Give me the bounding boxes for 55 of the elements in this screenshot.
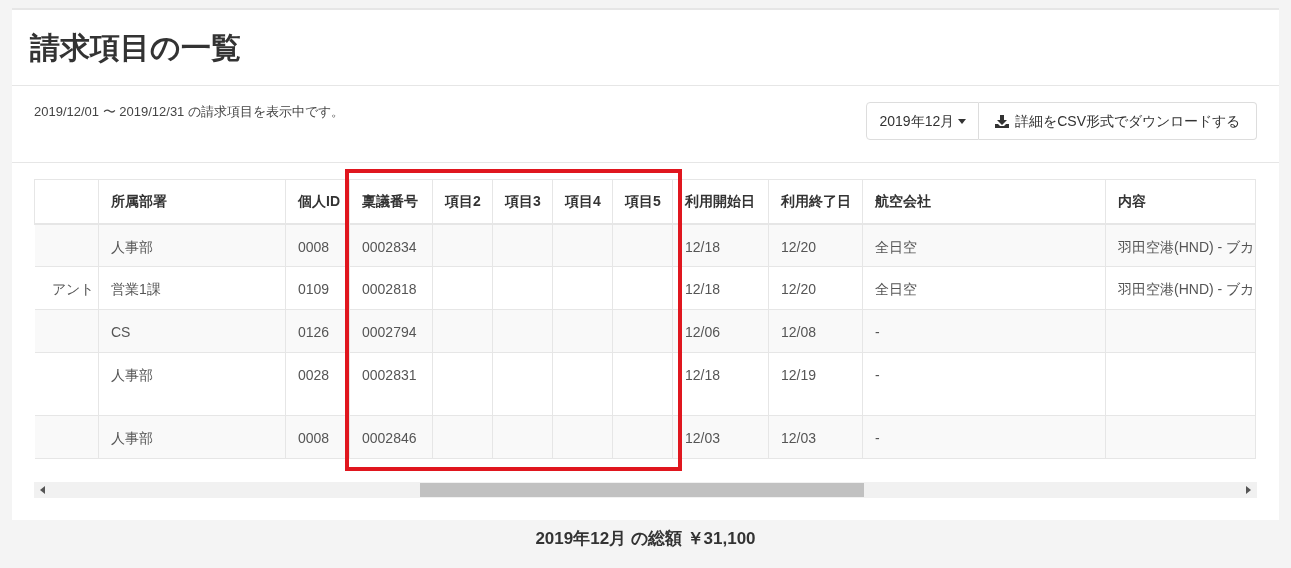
- horizontal-scrollbar[interactable]: [34, 482, 1257, 498]
- table-cell: 全日空: [875, 281, 917, 297]
- column-header: 内容: [1118, 192, 1146, 209]
- table-cell: 営業1課: [111, 281, 161, 297]
- table-cell: アント: [52, 281, 94, 297]
- table-cell: -: [875, 430, 880, 446]
- table-cell: 12/06: [685, 324, 721, 340]
- column-header: 個人ID: [298, 192, 340, 209]
- table-cell: 12/18: [685, 281, 721, 297]
- table-cell: 全日空: [875, 238, 917, 255]
- table-cell: 12/08: [781, 324, 817, 340]
- table-cell: CS: [111, 324, 131, 340]
- table-cell: 12/18: [685, 367, 721, 383]
- table-cell: -: [875, 367, 880, 383]
- table-cell: 羽田空港(HND) - ブカ: [1118, 238, 1255, 255]
- table-cell: 羽田空港(HND) - ブカ: [1118, 281, 1255, 297]
- period-text: 2019/12/01 〜 2019/12/31 の請求項目を表示中です。: [34, 103, 344, 121]
- table-cell: -: [875, 324, 880, 340]
- scroll-right-icon[interactable]: [1246, 486, 1251, 494]
- table-cell: 0002818: [362, 281, 417, 297]
- caret-icon: [958, 118, 967, 124]
- column-header: 項目5: [625, 192, 661, 209]
- table-cell: 12/03: [781, 430, 817, 446]
- scrollbar-thumb[interactable]: [420, 483, 864, 497]
- table-cell: 人事部: [111, 238, 153, 255]
- table-cell: 0002846: [362, 430, 417, 446]
- total-amount: 2019年12月 の総額 ￥31,100: [535, 528, 756, 550]
- table-cell: 0008: [298, 430, 330, 446]
- column-header: 項目2: [445, 192, 481, 209]
- column-header: 項目4: [565, 192, 601, 209]
- column-header: 所属部署: [111, 192, 167, 209]
- table-cell: 人事部: [111, 367, 153, 383]
- table-cell: 0028: [298, 367, 330, 383]
- month-dropdown[interactable]: 2019年12月: [866, 102, 980, 140]
- column-header: 稟議番号: [362, 192, 418, 209]
- table-cell: 0126: [298, 324, 330, 340]
- download-button[interactable]: 詳細をCSV形式でダウンロードする: [979, 102, 1257, 140]
- table-cell: 0002834: [362, 238, 417, 255]
- table-cell: 12/20: [781, 281, 817, 297]
- table-cell: 人事部: [111, 430, 153, 446]
- table-cell: 0002831: [362, 367, 417, 383]
- page-title: 請求項目の一覧: [30, 30, 241, 66]
- column-header: 利用開始日: [685, 192, 755, 209]
- table-cell: 0109: [298, 281, 330, 297]
- column-header: 利用終了日: [781, 192, 851, 209]
- download-icon: [995, 114, 1010, 128]
- column-header: 航空会社: [875, 192, 931, 209]
- table-cell: 0008: [298, 238, 330, 255]
- scroll-left-icon[interactable]: [40, 486, 45, 494]
- table-cell: 12/03: [685, 430, 721, 446]
- table-cell: 0002794: [362, 324, 417, 340]
- column-header: 項目3: [505, 192, 541, 209]
- table-cell: 12/19: [781, 367, 817, 383]
- table-cell: 12/18: [685, 238, 721, 255]
- table-cell: 12/20: [781, 238, 817, 255]
